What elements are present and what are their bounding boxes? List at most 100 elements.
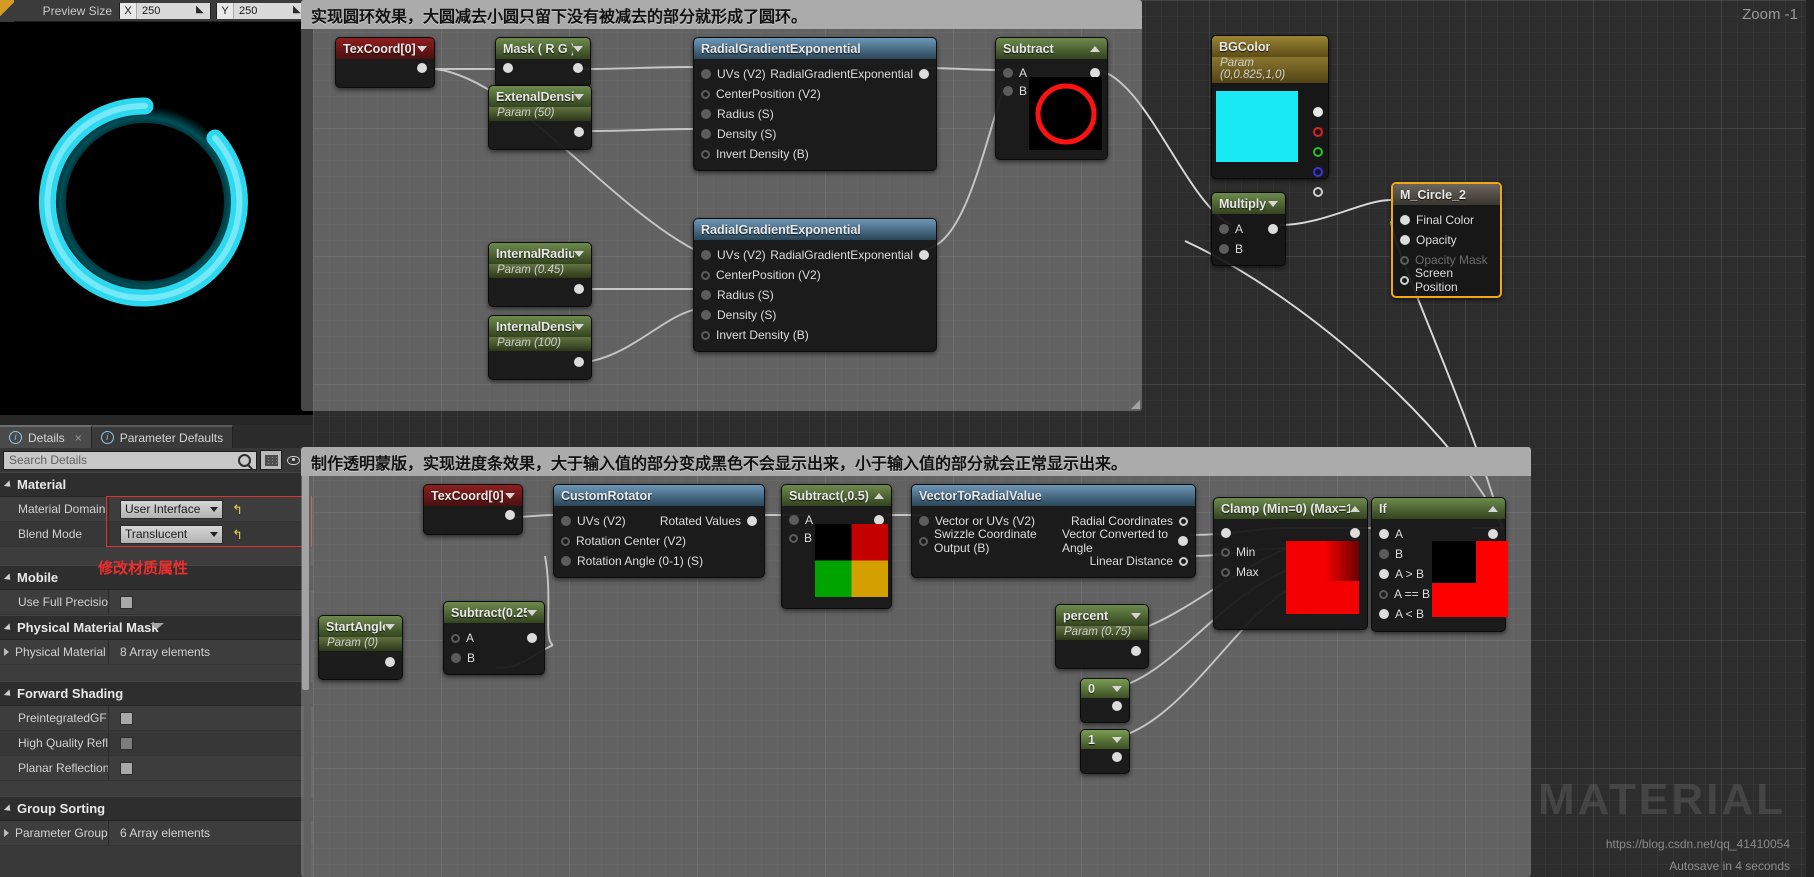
chevron-down-icon[interactable] bbox=[1112, 736, 1122, 743]
node-title[interactable]: Clamp (Min=0) (Max=1) bbox=[1214, 498, 1367, 519]
output-pin[interactable] bbox=[1112, 752, 1122, 762]
node-texcoord0-bottom[interactable]: TexCoord[0] bbox=[423, 484, 523, 535]
node-title[interactable]: TexCoord[0] bbox=[424, 485, 522, 506]
output-pin[interactable] bbox=[1488, 529, 1498, 539]
category-material[interactable]: Material bbox=[0, 472, 313, 497]
input-pin[interactable] bbox=[1379, 549, 1389, 559]
output-pin[interactable] bbox=[505, 510, 515, 520]
pin-row[interactable]: CenterPosition (V2) bbox=[694, 84, 936, 104]
pin-row[interactable]: Screen Position bbox=[1393, 266, 1500, 294]
node-percent[interactable]: percent Param (0.75) bbox=[1055, 604, 1149, 669]
input-pin[interactable] bbox=[701, 290, 711, 300]
node-radial-gradient-exponential-top[interactable]: RadialGradientExponential UVs (V2) Radia… bbox=[693, 37, 937, 171]
output-pin[interactable] bbox=[1178, 536, 1188, 546]
output-pin-a[interactable] bbox=[1313, 187, 1323, 197]
node-const-0[interactable]: 0 bbox=[1080, 678, 1130, 723]
blend-mode-select[interactable]: Translucent bbox=[120, 524, 223, 544]
node-m-circle-2-output[interactable]: M_Circle_2 Final Color Opacity Opacity M… bbox=[1391, 182, 1502, 298]
input-pin[interactable] bbox=[1221, 528, 1231, 538]
input-pin[interactable] bbox=[789, 533, 798, 543]
row-physical-material[interactable]: Physical Material 8 Array elements bbox=[0, 640, 313, 665]
output-pin-rgba[interactable] bbox=[1313, 107, 1323, 117]
comment-title-bar[interactable]: 制作透明蒙版，实现进度条效果，大于输入值的部分变成黑色不会显示出来，小于输入值的… bbox=[301, 447, 1531, 476]
chevron-down-icon[interactable] bbox=[574, 323, 584, 330]
node-title[interactable]: Multiply bbox=[1212, 193, 1285, 214]
chevron-up-icon[interactable] bbox=[1090, 45, 1100, 52]
node-title[interactable]: RadialGradientExponential bbox=[694, 38, 936, 59]
pin-row[interactable]: B bbox=[1212, 239, 1285, 259]
node-title[interactable]: Subtract bbox=[996, 38, 1107, 59]
input-pin-opacity[interactable] bbox=[1400, 235, 1410, 245]
node-title[interactable]: percent bbox=[1056, 605, 1148, 626]
tab-parameter-defaults[interactable]: i Parameter Defaults bbox=[91, 425, 234, 448]
node-bgcolor[interactable]: BGColor Param (0,0.825,1,0) bbox=[1211, 35, 1329, 197]
chevron-down-icon[interactable] bbox=[574, 93, 584, 100]
chevron-down-icon[interactable] bbox=[1131, 612, 1141, 619]
input-pin[interactable] bbox=[701, 89, 710, 99]
output-pin[interactable] bbox=[919, 250, 929, 260]
chevron-down-icon[interactable] bbox=[527, 609, 537, 616]
input-pin[interactable] bbox=[451, 653, 461, 663]
column-view-button[interactable] bbox=[260, 450, 282, 470]
node-title[interactable]: StartAngle bbox=[319, 616, 402, 637]
output-pin[interactable] bbox=[574, 284, 584, 294]
input-pin[interactable] bbox=[701, 330, 710, 340]
input-pin-opacity-mask[interactable] bbox=[1400, 255, 1409, 265]
input-pin-final-color[interactable] bbox=[1400, 215, 1410, 225]
node-title[interactable]: Subtract(,0.5) bbox=[782, 485, 891, 506]
row-use-full-precision[interactable]: Use Full Precision bbox=[0, 590, 313, 615]
output-pin[interactable] bbox=[919, 69, 929, 79]
output-pin[interactable] bbox=[417, 63, 427, 73]
row-high-quality-reflections[interactable]: High Quality Refle bbox=[0, 731, 313, 756]
x-value-input[interactable]: 250 ◣ bbox=[137, 2, 210, 19]
pin-row[interactable]: Invert Density (B) bbox=[694, 325, 936, 345]
node-title[interactable]: InternalDensity bbox=[489, 316, 591, 337]
resize-handle[interactable] bbox=[1131, 400, 1140, 409]
node-texcoord0-top[interactable]: TexCoord[0] bbox=[335, 37, 435, 88]
node-title[interactable]: 0 bbox=[1081, 679, 1129, 698]
pin-row[interactable]: Rotation Angle (0-1) (S) bbox=[554, 551, 764, 571]
input-pin[interactable] bbox=[701, 109, 711, 119]
row-material-domain[interactable]: Material Domain User Interface ↰ bbox=[0, 497, 313, 522]
row-blend-mode[interactable]: Blend Mode Translucent ↰ bbox=[0, 522, 313, 547]
chevron-down-icon[interactable] bbox=[1268, 200, 1278, 207]
input-pin[interactable] bbox=[1003, 68, 1013, 78]
input-pin[interactable] bbox=[1379, 529, 1389, 539]
preintegratedgf-checkbox[interactable] bbox=[120, 711, 133, 725]
input-pin[interactable] bbox=[451, 633, 460, 643]
output-pin[interactable] bbox=[1179, 556, 1188, 566]
node-if[interactable]: If A B A > B A == B A < B bbox=[1371, 497, 1508, 632]
planar-reflections-checkbox[interactable] bbox=[120, 761, 133, 775]
input-pin[interactable] bbox=[701, 270, 710, 280]
input-pin[interactable] bbox=[919, 516, 929, 526]
node-subtract-half[interactable]: Subtract(,0.5) A B bbox=[781, 484, 892, 609]
close-icon[interactable]: × bbox=[75, 431, 82, 445]
chevron-down-icon[interactable] bbox=[574, 250, 584, 257]
output-pin[interactable] bbox=[747, 516, 757, 526]
node-title[interactable]: If bbox=[1372, 498, 1505, 519]
input-pin[interactable] bbox=[789, 515, 799, 525]
pin-row[interactable]: A bbox=[444, 628, 544, 648]
input-pin[interactable] bbox=[1379, 569, 1389, 579]
node-title[interactable]: 1 bbox=[1081, 730, 1129, 749]
pin-row[interactable] bbox=[1214, 524, 1367, 542]
input-pin[interactable] bbox=[561, 556, 571, 566]
input-pin[interactable] bbox=[919, 536, 928, 546]
input-pin[interactable] bbox=[701, 250, 711, 260]
chevron-down-icon[interactable] bbox=[505, 492, 515, 499]
input-pin[interactable] bbox=[561, 536, 570, 546]
use-full-precision-checkbox[interactable] bbox=[120, 595, 133, 609]
node-clamp[interactable]: Clamp (Min=0) (Max=1) Min Max bbox=[1213, 497, 1368, 630]
node-title[interactable]: Mask ( R G ) bbox=[496, 38, 590, 59]
pin-row[interactable]: UVs (V2) Rotated Values bbox=[554, 511, 764, 531]
input-pin[interactable] bbox=[1219, 244, 1229, 254]
chevron-down-icon[interactable] bbox=[385, 623, 395, 630]
output-pin[interactable] bbox=[1268, 224, 1278, 234]
pin-row[interactable]: CenterPosition (V2) bbox=[694, 265, 936, 285]
node-start-angle[interactable]: StartAngle Param (0) bbox=[318, 615, 403, 680]
output-pin[interactable] bbox=[574, 127, 584, 137]
node-internal-density[interactable]: InternalDensity Param (100) bbox=[488, 315, 592, 380]
input-pin[interactable] bbox=[503, 63, 513, 73]
node-subtract-quarter[interactable]: Subtract(0.25,) A B bbox=[443, 601, 545, 675]
expand-arrow-icon[interactable] bbox=[4, 648, 9, 656]
